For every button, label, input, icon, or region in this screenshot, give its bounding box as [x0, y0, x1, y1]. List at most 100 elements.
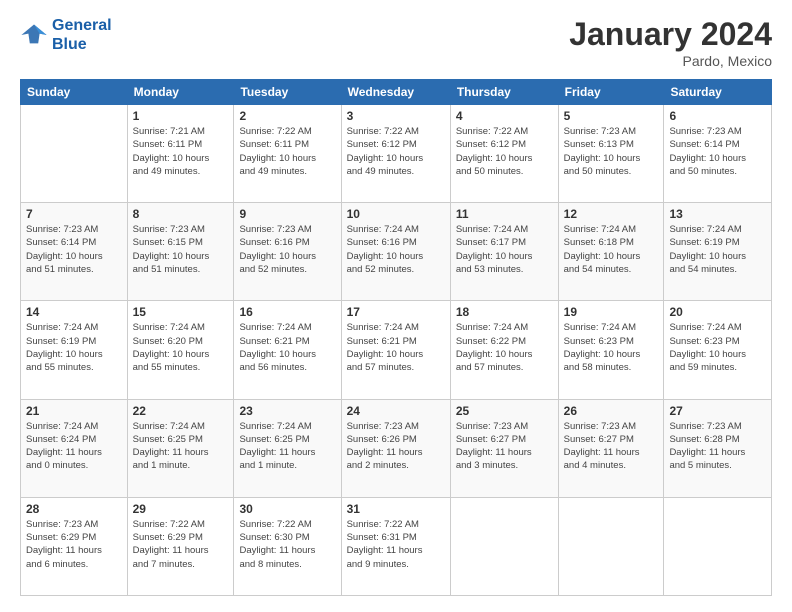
col-sunday: Sunday [21, 80, 128, 105]
table-row: 20 Sunrise: 7:24 AM Sunset: 6:23 PM Dayli… [664, 301, 772, 399]
day-number: 11 [456, 207, 553, 221]
day-info: Sunrise: 7:21 AM Sunset: 6:11 PM Dayligh… [133, 125, 229, 178]
day-info: Sunrise: 7:24 AM Sunset: 6:24 PM Dayligh… [26, 420, 122, 473]
calendar-week-row: 7 Sunrise: 7:23 AM Sunset: 6:14 PM Daylig… [21, 203, 772, 301]
table-row: 28Sunrise: 7:23 AM Sunset: 6:29 PM Dayli… [21, 497, 128, 595]
table-row: 13 Sunrise: 7:24 AM Sunset: 6:19 PM Dayli… [664, 203, 772, 301]
day-number: 1 [133, 109, 229, 123]
day-number: 23 [239, 404, 335, 418]
day-number: 21 [26, 404, 122, 418]
calendar-week-row: 21 Sunrise: 7:24 AM Sunset: 6:24 PM Dayli… [21, 399, 772, 497]
table-row: 24 Sunrise: 7:23 AM Sunset: 6:26 PM Dayli… [341, 399, 450, 497]
day-info: Sunrise: 7:23 AM Sunset: 6:29 PM Dayligh… [26, 518, 122, 571]
table-row: 8 Sunrise: 7:23 AM Sunset: 6:15 PM Daylig… [127, 203, 234, 301]
day-number: 16 [239, 305, 335, 319]
table-row: 11Sunrise: 7:24 AM Sunset: 6:17 PM Dayli… [450, 203, 558, 301]
day-info: Sunrise: 7:24 AM Sunset: 6:21 PM Dayligh… [347, 321, 445, 374]
title-area: January 2024 Pardo, Mexico [569, 16, 772, 69]
col-tuesday: Tuesday [234, 80, 341, 105]
col-monday: Monday [127, 80, 234, 105]
day-number: 27 [669, 404, 766, 418]
table-row: 27 Sunrise: 7:23 AM Sunset: 6:28 PM Dayli… [664, 399, 772, 497]
table-row: 21 Sunrise: 7:24 AM Sunset: 6:24 PM Dayli… [21, 399, 128, 497]
day-info: Sunrise: 7:24 AM Sunset: 6:19 PM Dayligh… [26, 321, 122, 374]
col-thursday: Thursday [450, 80, 558, 105]
logo-bird-icon [20, 21, 48, 49]
day-number: 8 [133, 207, 229, 221]
day-info: Sunrise: 7:24 AM Sunset: 6:19 PM Dayligh… [669, 223, 766, 276]
table-row: 7 Sunrise: 7:23 AM Sunset: 6:14 PM Daylig… [21, 203, 128, 301]
col-wednesday: Wednesday [341, 80, 450, 105]
table-row [558, 497, 664, 595]
day-number: 17 [347, 305, 445, 319]
day-info: Sunrise: 7:22 AM Sunset: 6:12 PM Dayligh… [456, 125, 553, 178]
table-row: 6 Sunrise: 7:23 AM Sunset: 6:14 PM Daylig… [664, 105, 772, 203]
day-number: 20 [669, 305, 766, 319]
col-friday: Friday [558, 80, 664, 105]
day-number: 7 [26, 207, 122, 221]
day-number: 19 [564, 305, 659, 319]
day-number: 18 [456, 305, 553, 319]
logo: General Blue [20, 16, 112, 54]
day-info: Sunrise: 7:24 AM Sunset: 6:20 PM Dayligh… [133, 321, 229, 374]
month-title: January 2024 [569, 16, 772, 53]
day-info: Sunrise: 7:24 AM Sunset: 6:25 PM Dayligh… [133, 420, 229, 473]
day-info: Sunrise: 7:22 AM Sunset: 6:31 PM Dayligh… [347, 518, 445, 571]
day-info: Sunrise: 7:22 AM Sunset: 6:30 PM Dayligh… [239, 518, 335, 571]
day-info: Sunrise: 7:23 AM Sunset: 6:14 PM Dayligh… [26, 223, 122, 276]
day-number: 3 [347, 109, 445, 123]
page: General Blue January 2024 Pardo, Mexico … [0, 0, 792, 612]
day-number: 22 [133, 404, 229, 418]
table-row: 5Sunrise: 7:23 AM Sunset: 6:13 PM Daylig… [558, 105, 664, 203]
table-row: 19 Sunrise: 7:24 AM Sunset: 6:23 PM Dayli… [558, 301, 664, 399]
table-row: 22 Sunrise: 7:24 AM Sunset: 6:25 PM Dayli… [127, 399, 234, 497]
table-row: 2 Sunrise: 7:22 AM Sunset: 6:11 PM Daylig… [234, 105, 341, 203]
day-info: Sunrise: 7:23 AM Sunset: 6:15 PM Dayligh… [133, 223, 229, 276]
day-info: Sunrise: 7:23 AM Sunset: 6:27 PM Dayligh… [564, 420, 659, 473]
day-number: 24 [347, 404, 445, 418]
calendar-week-row: 28Sunrise: 7:23 AM Sunset: 6:29 PM Dayli… [21, 497, 772, 595]
calendar-week-row: 1 Sunrise: 7:21 AM Sunset: 6:11 PM Daylig… [21, 105, 772, 203]
table-row: 18 Sunrise: 7:24 AM Sunset: 6:22 PM Dayli… [450, 301, 558, 399]
location: Pardo, Mexico [569, 53, 772, 69]
day-number: 9 [239, 207, 335, 221]
day-info: Sunrise: 7:24 AM Sunset: 6:23 PM Dayligh… [564, 321, 659, 374]
day-number: 13 [669, 207, 766, 221]
day-number: 4 [456, 109, 553, 123]
day-info: Sunrise: 7:23 AM Sunset: 6:13 PM Dayligh… [564, 125, 659, 178]
header: General Blue January 2024 Pardo, Mexico [20, 16, 772, 69]
day-number: 6 [669, 109, 766, 123]
day-info: Sunrise: 7:23 AM Sunset: 6:14 PM Dayligh… [669, 125, 766, 178]
day-info: Sunrise: 7:24 AM Sunset: 6:21 PM Dayligh… [239, 321, 335, 374]
table-row [21, 105, 128, 203]
table-row: 15 Sunrise: 7:24 AM Sunset: 6:20 PM Dayli… [127, 301, 234, 399]
day-info: Sunrise: 7:23 AM Sunset: 6:27 PM Dayligh… [456, 420, 553, 473]
table-row: 29Sunrise: 7:22 AM Sunset: 6:29 PM Dayli… [127, 497, 234, 595]
day-number: 25 [456, 404, 553, 418]
calendar-header-row: Sunday Monday Tuesday Wednesday Thursday… [21, 80, 772, 105]
day-number: 2 [239, 109, 335, 123]
day-info: Sunrise: 7:24 AM Sunset: 6:22 PM Dayligh… [456, 321, 553, 374]
day-info: Sunrise: 7:22 AM Sunset: 6:11 PM Dayligh… [239, 125, 335, 178]
table-row: 3 Sunrise: 7:22 AM Sunset: 6:12 PM Daylig… [341, 105, 450, 203]
day-info: Sunrise: 7:23 AM Sunset: 6:16 PM Dayligh… [239, 223, 335, 276]
table-row [450, 497, 558, 595]
table-row: 31 Sunrise: 7:22 AM Sunset: 6:31 PM Dayli… [341, 497, 450, 595]
table-row: 30Sunrise: 7:22 AM Sunset: 6:30 PM Dayli… [234, 497, 341, 595]
table-row [664, 497, 772, 595]
day-info: Sunrise: 7:24 AM Sunset: 6:18 PM Dayligh… [564, 223, 659, 276]
col-saturday: Saturday [664, 80, 772, 105]
day-number: 15 [133, 305, 229, 319]
table-row: 16 Sunrise: 7:24 AM Sunset: 6:21 PM Dayli… [234, 301, 341, 399]
day-info: Sunrise: 7:24 AM Sunset: 6:25 PM Dayligh… [239, 420, 335, 473]
table-row: 25 Sunrise: 7:23 AM Sunset: 6:27 PM Dayli… [450, 399, 558, 497]
day-info: Sunrise: 7:23 AM Sunset: 6:28 PM Dayligh… [669, 420, 766, 473]
table-row: 10Sunrise: 7:24 AM Sunset: 6:16 PM Dayli… [341, 203, 450, 301]
day-info: Sunrise: 7:24 AM Sunset: 6:23 PM Dayligh… [669, 321, 766, 374]
table-row: 14Sunrise: 7:24 AM Sunset: 6:19 PM Dayli… [21, 301, 128, 399]
day-info: Sunrise: 7:22 AM Sunset: 6:12 PM Dayligh… [347, 125, 445, 178]
day-info: Sunrise: 7:23 AM Sunset: 6:26 PM Dayligh… [347, 420, 445, 473]
calendar-table: Sunday Monday Tuesday Wednesday Thursday… [20, 79, 772, 596]
day-number: 31 [347, 502, 445, 516]
day-number: 26 [564, 404, 659, 418]
